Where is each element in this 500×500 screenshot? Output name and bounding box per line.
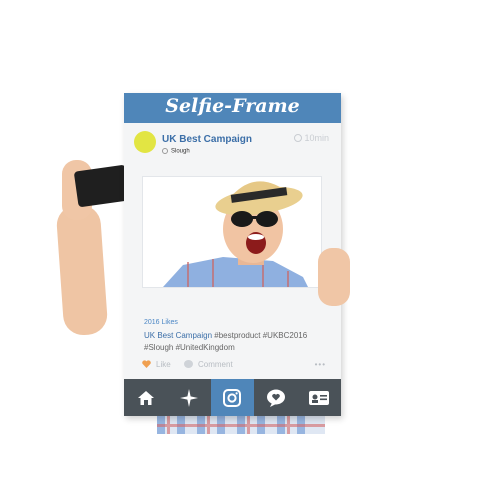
profile-name: UK Best Campaign	[162, 134, 253, 145]
explore-icon	[167, 379, 210, 416]
caption-account: UK Best Campaign	[144, 331, 213, 340]
home-icon	[124, 379, 167, 416]
smartphone	[73, 164, 131, 208]
comment-label: Comment	[198, 360, 233, 369]
heart-icon	[142, 360, 151, 368]
frame-title: Selfie-Frame	[165, 95, 300, 117]
post-caption: UK Best Campaign #bestproduct #UKBC2016 …	[144, 330, 334, 354]
man-face-illustration	[143, 177, 321, 287]
photo-cutout	[142, 176, 322, 288]
avatar	[134, 131, 156, 153]
right-hand	[318, 248, 350, 306]
activity-icon	[254, 379, 297, 416]
camera-icon	[210, 379, 255, 416]
profile-location: Slough	[162, 148, 190, 155]
post-time: 10min	[294, 133, 329, 143]
post-actions: Like Comment •••	[142, 359, 332, 373]
bottom-tab-bar	[124, 379, 341, 416]
selfie-frame-prop: Selfie-Frame UK Best Campaign Slough 10m…	[124, 93, 341, 416]
left-arm	[55, 203, 109, 337]
likes-count: 2016 Likes	[144, 319, 178, 326]
caption-tags-2: #Slough #UnitedKingdom	[144, 343, 235, 352]
like-label: Like	[156, 360, 171, 369]
plaid-shirt	[157, 416, 325, 434]
more-options-icon: •••	[314, 360, 326, 369]
selfie-photo: Selfie-Frame UK Best Campaign Slough 10m…	[0, 0, 500, 500]
location-pin-icon	[162, 148, 168, 154]
caption-tags-1: #bestproduct #UKBC2016	[212, 331, 308, 340]
clock-icon	[294, 134, 303, 142]
profile-icon	[298, 379, 341, 416]
comment-icon	[184, 360, 193, 368]
